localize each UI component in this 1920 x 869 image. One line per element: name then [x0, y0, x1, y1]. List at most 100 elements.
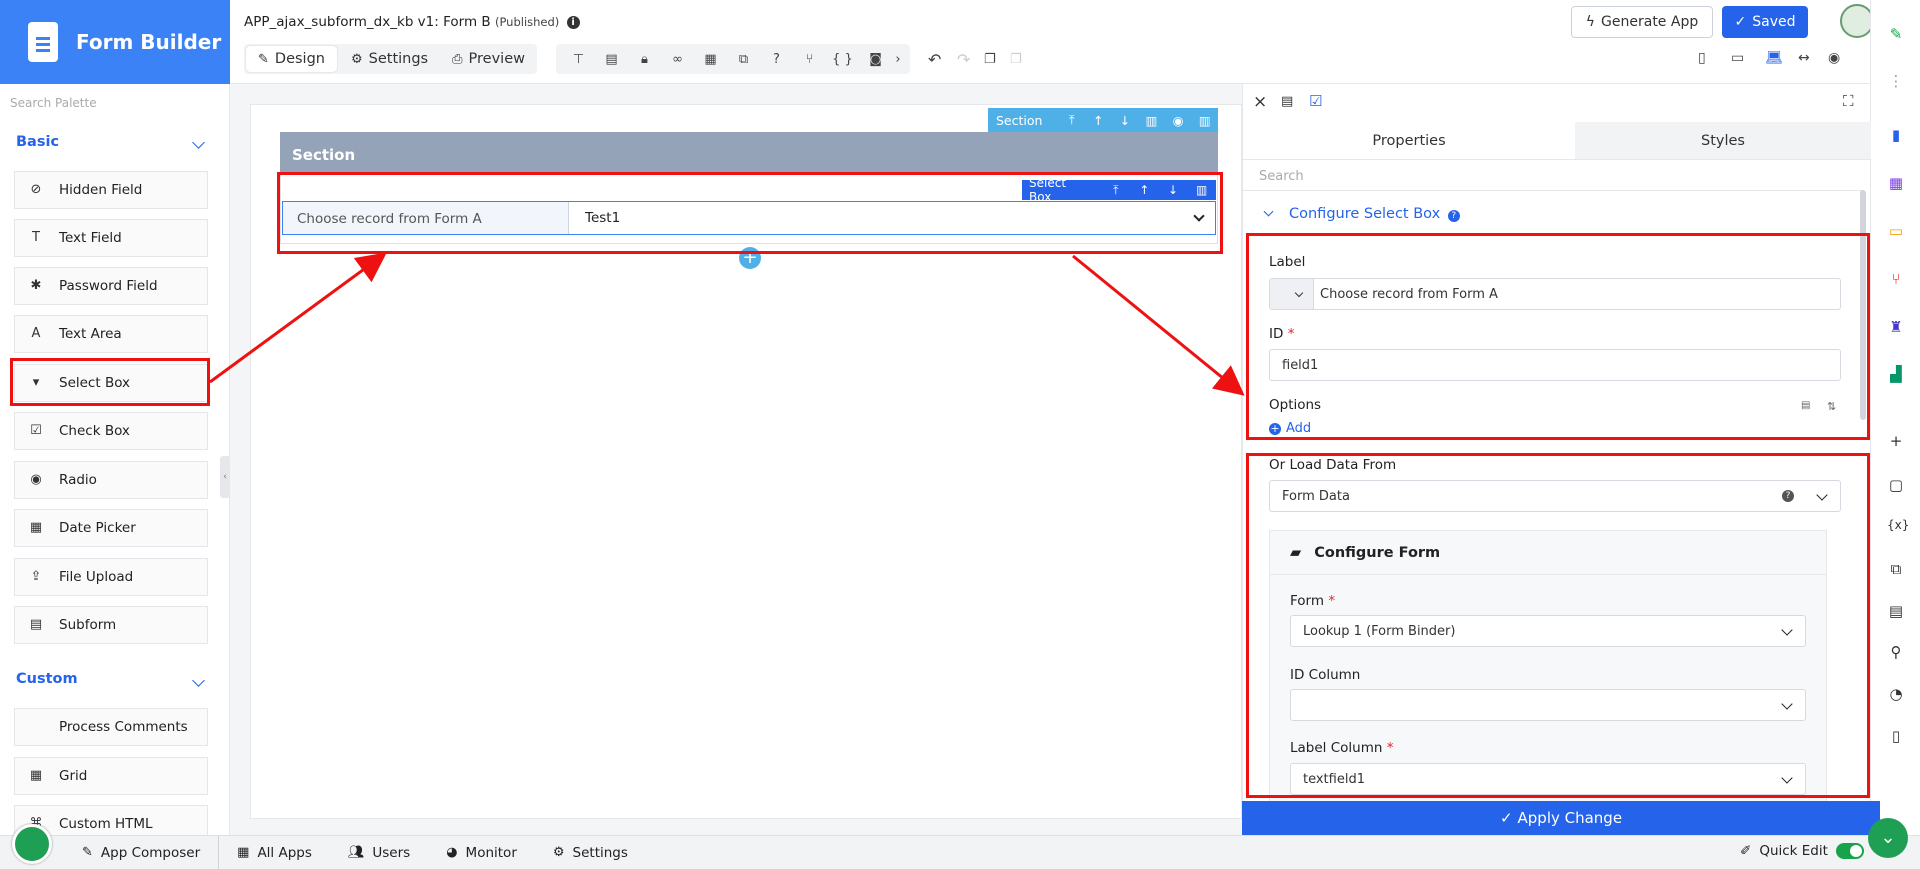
top-bar: APP_ajax_subform_dx_kb v1: Form B (Publi… — [230, 0, 1874, 84]
plugin-icon[interactable]: ⚲ — [1887, 643, 1905, 661]
bottom-all-apps[interactable]: ▦ All Apps — [218, 836, 330, 869]
checkbox-icon: ☑ — [30, 423, 42, 438]
trash-icon[interactable]: ▥ — [1191, 113, 1218, 128]
bottom-item-label: Monitor — [465, 844, 517, 861]
process-icon[interactable]: ⑂ — [1887, 270, 1905, 288]
variable-icon[interactable]: {x} — [1887, 516, 1909, 534]
brand-title: Form Builder — [76, 30, 222, 54]
phone-icon[interactable]: ▯ — [1698, 50, 1706, 66]
configure-selectbox-title-text: Configure Select Box — [1289, 206, 1441, 222]
subform-icon: ▤ — [29, 617, 43, 632]
palette-search-input[interactable]: Search Palette — [10, 96, 97, 110]
tab-preview[interactable]: ⎙ Preview — [440, 44, 537, 74]
style-icon[interactable]: ◉ — [1165, 113, 1192, 128]
form-icon[interactable]: ▤ — [1281, 94, 1293, 109]
resize-icon[interactable]: ↔ — [1798, 50, 1810, 66]
preview-icon: ⎙ — [452, 51, 463, 67]
table-icon[interactable]: ▦ — [694, 52, 727, 67]
tablet-icon[interactable]: ▭ — [1731, 50, 1744, 66]
help-icon[interactable]: ? — [1447, 210, 1460, 222]
quick-edit-toggle[interactable]: ✐ Quick Edit — [1740, 843, 1864, 859]
joget-logo-icon[interactable] — [12, 824, 52, 864]
quick-edit-switch[interactable] — [1835, 843, 1864, 859]
saved-button[interactable]: ✓ Saved — [1722, 6, 1808, 38]
section-header[interactable]: Section — [280, 132, 1218, 174]
apply-change-button[interactable]: ✓ Apply Change — [1242, 801, 1880, 835]
form-icon[interactable]: ▤ — [595, 52, 628, 67]
info-icon[interactable]: i — [566, 15, 580, 29]
chevron-down-icon[interactable] — [192, 136, 205, 149]
book-icon[interactable]: ▯ — [1887, 727, 1905, 745]
chevron-down-icon[interactable] — [192, 674, 205, 687]
palette-item-text-area[interactable]: A Text Area — [14, 315, 208, 353]
palette-item-process-comments[interactable]: Process Comments — [14, 708, 208, 746]
tab-design[interactable]: ✎ Design — [246, 46, 337, 72]
tab-settings[interactable]: ⚙ Settings — [339, 44, 440, 74]
fullscreen-icon[interactable]: ⛶ — [1843, 92, 1854, 110]
palette-item-subform[interactable]: ▤ Subform — [14, 606, 208, 644]
undo-icon[interactable]: ↶ — [928, 50, 941, 69]
generate-app-button[interactable]: ϟ Generate App — [1571, 6, 1713, 38]
chevron-down-icon[interactable] — [1263, 206, 1274, 217]
checkbox-icon[interactable]: ☑ — [1309, 92, 1322, 110]
palette-item-check-box[interactable]: ☑ Check Box — [14, 412, 208, 450]
plus-icon[interactable]: + — [1887, 432, 1905, 450]
bottom-app-composer[interactable]: ✎ App Composer — [64, 836, 218, 869]
palette-item-password-field[interactable]: ✱ Password Field — [14, 267, 208, 305]
paste-icon[interactable]: ❐ — [1010, 52, 1022, 67]
gauge-icon[interactable]: ◔ — [1887, 685, 1905, 703]
design-icon: ✎ — [258, 51, 269, 67]
builder-icon[interactable]: ♜ — [1887, 318, 1905, 336]
category-basic[interactable]: Basic — [16, 134, 59, 150]
edit-icon[interactable]: ✎ — [1887, 25, 1905, 43]
camera-icon[interactable]: ◙ — [859, 52, 892, 67]
form-document-icon[interactable]: ▮ — [1887, 126, 1905, 144]
palette-icon[interactable]: ◉ — [1828, 50, 1840, 66]
annotation-box-properties — [1246, 233, 1870, 440]
note-icon[interactable]: ▢ — [1887, 476, 1905, 494]
expand-down-icon[interactable]: ⌄ — [1868, 818, 1908, 858]
help-icon[interactable]: ? — [760, 52, 793, 67]
columns-icon[interactable]: ▥ — [1138, 113, 1165, 128]
translate-icon[interactable]: ⧉ — [1887, 560, 1905, 578]
document-icon[interactable]: ▤ — [1887, 602, 1905, 620]
lock-icon[interactable]: 🔒︎ — [628, 52, 661, 67]
tab-properties[interactable]: Properties — [1243, 122, 1575, 160]
palette-item-date-picker[interactable]: ▦ Date Picker — [14, 509, 208, 547]
chevron-right-icon[interactable]: › — [892, 52, 904, 67]
translate-icon[interactable]: ⧉ — [727, 52, 760, 67]
palette-item-label: Text Area — [59, 326, 122, 342]
bottom-monitor[interactable]: ◕ Monitor — [428, 836, 535, 869]
avatar[interactable] — [1840, 4, 1874, 38]
arrow-down-icon[interactable]: ↓ — [1112, 113, 1139, 128]
datalist-icon[interactable]: ▦ — [1887, 174, 1905, 192]
laptop-icon[interactable]: 💻︎ — [1765, 50, 1783, 66]
close-icon[interactable]: × — [1253, 92, 1267, 112]
bottom-users[interactable]: 👥︎ Users — [330, 836, 428, 869]
category-custom[interactable]: Custom — [16, 671, 78, 687]
palette-item-file-upload[interactable]: ⇪ File Upload — [14, 558, 208, 596]
copy-icon[interactable]: ❐ — [984, 52, 996, 67]
paint-icon[interactable]: ▟ — [1887, 365, 1905, 383]
configure-selectbox-title[interactable]: Configure Select Box ? — [1289, 206, 1460, 222]
userview-icon[interactable]: ▭ — [1887, 222, 1905, 240]
properties-search-input[interactable]: Search — [1259, 169, 1304, 184]
palette-item-hidden-field[interactable]: ⊘ Hidden Field — [14, 171, 208, 209]
bottom-settings[interactable]: ⚙ Settings — [535, 836, 646, 869]
arrow-up-icon[interactable]: ↑ — [1085, 113, 1112, 128]
glasses-icon[interactable]: ∞ — [661, 52, 694, 67]
branch-icon[interactable]: ⑂ — [793, 52, 826, 67]
eye-slash-icon: ⊘ — [30, 182, 42, 197]
move-up-icon[interactable]: ⤒ — [1058, 112, 1085, 128]
palette-collapse-handle[interactable]: ‹ — [220, 456, 230, 498]
drag-handle-icon[interactable]: ⋮ — [1887, 72, 1905, 90]
redo-icon[interactable]: ↷ — [957, 50, 970, 69]
palette-item-label: File Upload — [59, 569, 134, 585]
palette-item-radio[interactable]: ◉ Radio — [14, 461, 208, 499]
code-icon[interactable]: { } — [826, 52, 859, 67]
tab-styles[interactable]: Styles — [1575, 122, 1871, 160]
tree-icon[interactable]: ⊤ — [562, 52, 595, 67]
palette-item-grid[interactable]: ▦ Grid — [14, 757, 208, 795]
palette-item-text-field[interactable]: T Text Field — [14, 219, 208, 257]
section-toolbar-label: Section — [996, 112, 1043, 128]
